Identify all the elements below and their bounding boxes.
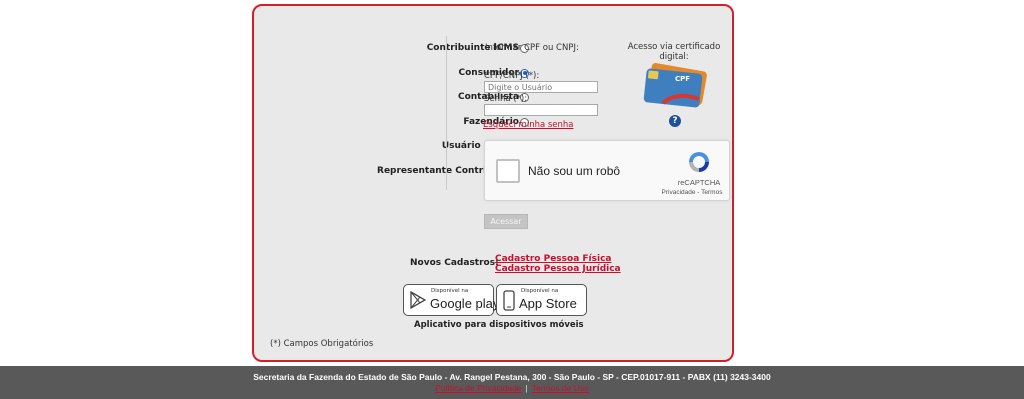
senha-label: Senha (*): xyxy=(484,94,528,104)
recaptcha-brand: reCAPTCHA xyxy=(677,178,721,187)
recaptcha-logo-icon xyxy=(689,152,709,172)
novos-cadastros-label: Novos Cadastros: xyxy=(410,258,499,268)
google-badge-small-text: Disponível na xyxy=(431,288,469,294)
footer: Secretaria da Fazenda do Estado de São P… xyxy=(0,366,1024,399)
card-text: CPF xyxy=(675,75,690,83)
recaptcha-widget: Não sou um robô reCAPTCHA Privacidade - … xyxy=(484,140,730,201)
certificate-access-text: Acesso via certificado digital: xyxy=(627,42,721,62)
certificate-card-image[interactable]: CPF xyxy=(643,63,709,113)
footer-address: Secretaria da Fazenda do Estado de São P… xyxy=(253,372,771,382)
phone-icon xyxy=(503,290,515,311)
apple-badge-small-text: Disponível na xyxy=(521,288,559,294)
cadastro-pessoa-juridica-link[interactable]: Cadastro Pessoa Jurídica xyxy=(495,264,621,274)
google-badge-big-text: Google play xyxy=(430,296,500,311)
cpf-input[interactable] xyxy=(484,81,598,93)
cpf-label: CPF/CNPJ (*): xyxy=(484,71,540,81)
apple-badge-big-text: App Store xyxy=(519,296,577,311)
forgot-password-link[interactable]: Esqueci minha senha xyxy=(483,120,574,130)
help-icon[interactable]: ? xyxy=(669,115,681,127)
cadastro-pessoa-fisica-link[interactable]: Cadastro Pessoa Física xyxy=(495,254,612,264)
terms-of-use-link[interactable]: Termos de Uso xyxy=(532,383,589,393)
required-fields-note: (*) Campos Obrigatórios xyxy=(270,339,374,349)
privacy-policy-link[interactable]: Política de Privacidade xyxy=(435,383,521,393)
recaptcha-terms[interactable]: Privacidade - Termos xyxy=(655,189,729,196)
recaptcha-checkbox[interactable] xyxy=(496,159,520,183)
google-play-icon xyxy=(410,291,426,309)
recaptcha-label: Não sou um robô xyxy=(528,164,621,178)
app-store-badge[interactable]: Disponível na App Store xyxy=(496,284,587,316)
senha-input[interactable] xyxy=(484,104,598,116)
google-play-badge[interactable]: Disponível na Google play xyxy=(403,284,499,316)
footer-separator: | xyxy=(525,383,528,393)
form-heading: Informar CPF ou CNPJ: xyxy=(485,43,579,53)
column-divider xyxy=(446,36,447,190)
acessar-button[interactable]: Acessar xyxy=(484,214,528,229)
mobile-app-caption: Aplicativo para dispositivos móveis xyxy=(414,320,584,330)
footer-links: Política de Privacidade | Termos de Uso xyxy=(0,383,1024,393)
